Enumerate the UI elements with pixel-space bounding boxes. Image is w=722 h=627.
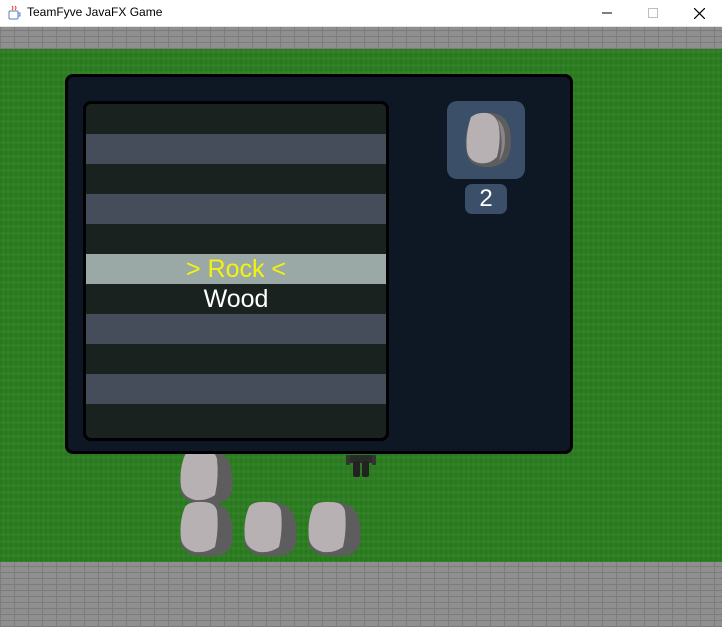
rock-icon <box>308 501 361 557</box>
stone-wall-top <box>0 27 722 49</box>
crafting-menu-panel: > Rock < Wood 2 <box>65 74 573 454</box>
maximize-icon <box>648 8 658 18</box>
crafting-item-row <box>86 134 386 164</box>
window-titlebar: TeamFyve JavaFX Game <box>0 0 722 27</box>
crafting-item-row[interactable]: Wood <box>86 284 386 314</box>
java-icon <box>8 5 21 20</box>
game-canvas[interactable]: > Rock < Wood 2 <box>0 27 722 627</box>
crafting-item-row <box>86 314 386 344</box>
crafting-item-row <box>86 104 386 134</box>
minimize-button[interactable] <box>584 0 630 26</box>
crafting-item-selected[interactable]: > Rock < <box>86 254 386 284</box>
rock-icon <box>180 501 233 557</box>
crafting-item-row <box>86 344 386 374</box>
crafting-item-row <box>86 164 386 194</box>
minimize-icon <box>602 12 612 14</box>
stone-wall-bottom <box>0 562 722 627</box>
rock-icon <box>465 112 511 167</box>
rock-icon <box>244 501 297 557</box>
crafting-item-row <box>86 404 386 434</box>
player-character <box>346 455 376 477</box>
crafting-item-list: > Rock < Wood <box>83 101 389 441</box>
inventory-count: 2 <box>465 184 507 214</box>
inventory-slot[interactable] <box>447 101 525 179</box>
crafting-item-row <box>86 224 386 254</box>
crafting-item-row <box>86 374 386 404</box>
window-title: TeamFyve JavaFX Game <box>27 5 163 19</box>
close-button[interactable] <box>676 0 722 26</box>
maximize-button[interactable] <box>630 0 676 26</box>
crafting-item-row <box>86 194 386 224</box>
close-icon <box>693 7 705 19</box>
rock-icon <box>180 449 233 505</box>
